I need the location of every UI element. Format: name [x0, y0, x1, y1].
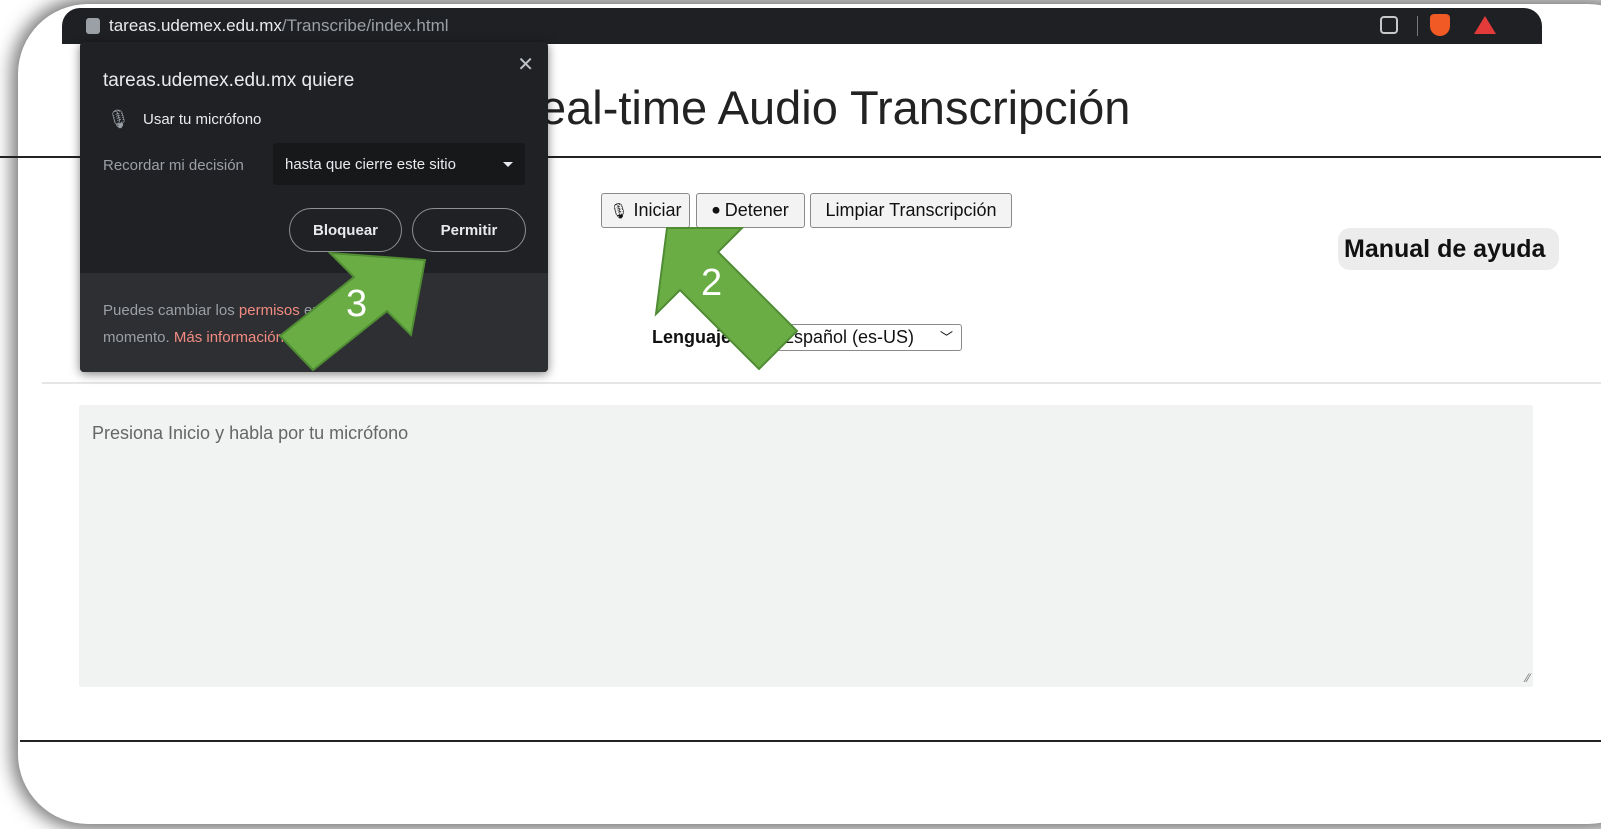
step-3-number: 3: [346, 283, 368, 325]
step-2-number: 2: [701, 262, 723, 304]
step-2-arrow: [654, 227, 799, 371]
annotation-arrows: [278, 227, 799, 372]
